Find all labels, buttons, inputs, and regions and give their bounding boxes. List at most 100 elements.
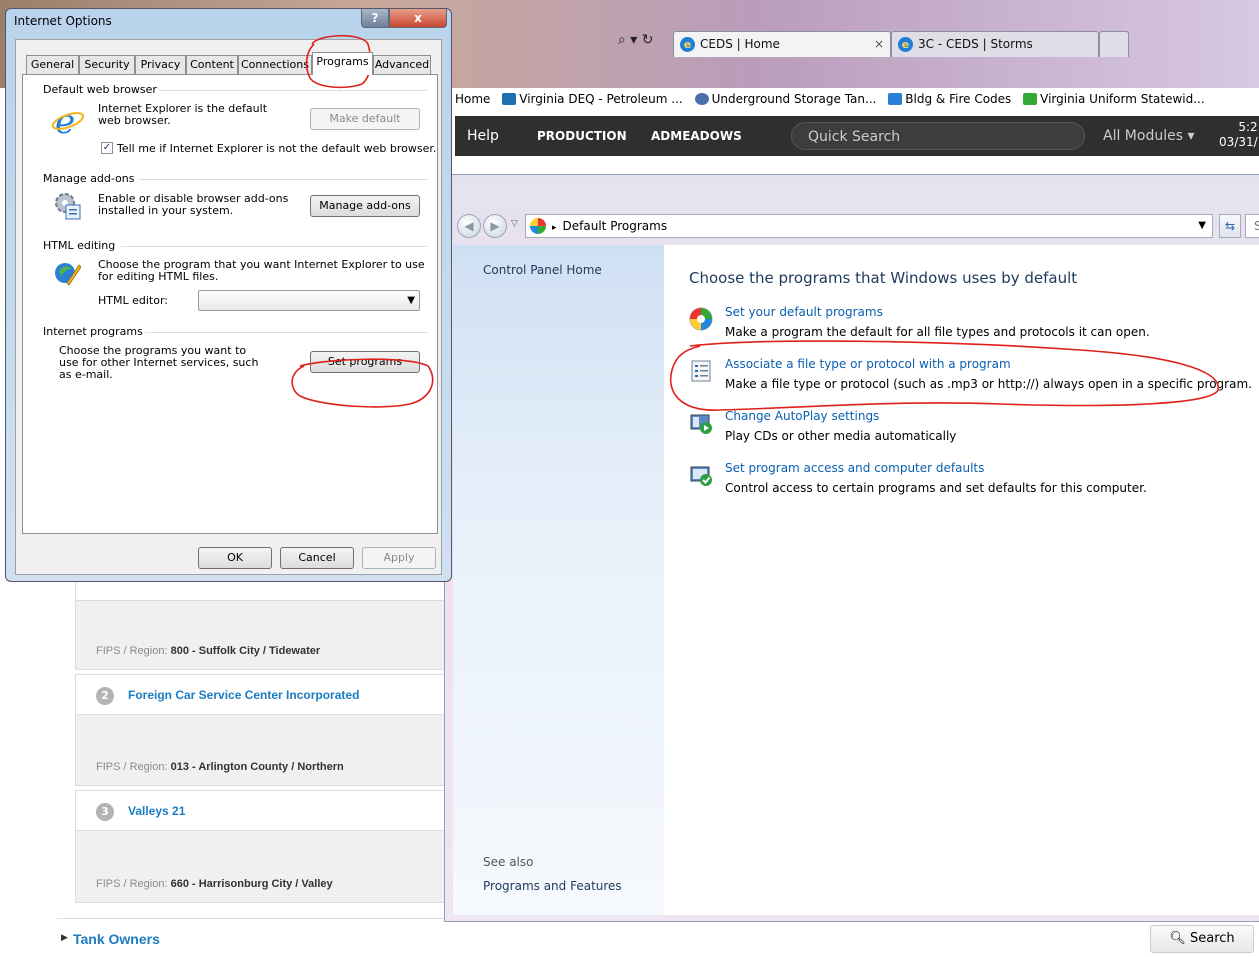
help-button[interactable]: ? <box>361 9 389 28</box>
favorite-label: Underground Storage Tan... <box>711 92 877 106</box>
search-button-label: Search <box>1189 931 1235 946</box>
option-description: Play CDs or other media automatically <box>725 429 957 443</box>
tab-programs[interactable]: Programs <box>312 52 373 75</box>
section-header: Default web browser <box>43 83 157 96</box>
svg-text:e: e <box>55 105 75 137</box>
new-tab-button[interactable] <box>1099 31 1129 57</box>
chevron-down-icon: ▼ <box>407 295 415 306</box>
clock-date: 03/31/ <box>1219 135 1258 149</box>
favorite-bldg-fire[interactable]: Bldg & Fire Codes <box>888 88 1011 110</box>
favorite-va-deq[interactable]: Virginia DEQ - Petroleum ... <box>502 88 683 110</box>
card-title[interactable]: Foreign Car Service Center Incorporated <box>128 675 359 715</box>
fips-value: 800 - Suffolk City / Tidewater <box>170 645 321 657</box>
autoplay-settings-link[interactable]: Change AutoPlay settings <box>725 409 879 423</box>
default-programs-icon <box>689 307 713 331</box>
production-link[interactable]: PRODUCTION <box>537 116 627 156</box>
favorite-va-uniform[interactable]: Virginia Uniform Statewid... <box>1023 88 1205 110</box>
section-header: Internet programs <box>43 325 143 338</box>
favorite-label: Bldg & Fire Codes <box>905 92 1012 106</box>
tank-owners-title[interactable]: Tank Owners <box>73 931 160 947</box>
html-editor-label: HTML editor: <box>98 294 168 307</box>
close-button[interactable]: x <box>389 9 447 28</box>
forward-button[interactable]: ▶ <box>483 214 507 238</box>
tank-owners-section[interactable]: ▶ Tank Owners <box>57 918 1257 957</box>
set-default-programs-link[interactable]: Set your default programs <box>725 305 883 319</box>
dialog-title: Internet Options <box>14 14 112 28</box>
card-header: 2 Foreign Car Service Center Incorporate… <box>76 675 454 715</box>
recent-pages-icon[interactable]: ▽ <box>511 219 518 229</box>
internet-options-dialog: Internet Options ? x General Security Pr… <box>5 8 452 582</box>
browser-tab-label: 3C - CEDS | Storms <box>918 37 1033 51</box>
ust-icon <box>694 93 709 105</box>
result-card[interactable]: 3 Valleys 21 FIPS / Region: 660 - Harris… <box>75 790 455 903</box>
quick-search-input[interactable]: Quick Search <box>791 122 1085 150</box>
html-editing-text: Choose the program that you want Interne… <box>98 258 425 283</box>
notify-default-checkbox[interactable]: ✓ <box>101 142 113 154</box>
option-autoplay: Change AutoPlay settings Play CDs or oth… <box>689 409 1249 449</box>
browser-tabbar: ⌕ ▾ ↻ e CEDS | Home × e 3C - CEDS | Stor… <box>455 28 1259 62</box>
tab-general[interactable]: General <box>26 55 79 74</box>
option-associate-file-type: Associate a file type or protocol with a… <box>689 357 1252 397</box>
address-search-refresh-icons[interactable]: ⌕ ▾ ↻ <box>618 32 654 48</box>
program-access-link[interactable]: Set program access and computer defaults <box>725 461 984 475</box>
favorite-label: Virginia DEQ - Petroleum ... <box>519 92 683 106</box>
autoplay-icon <box>690 414 712 434</box>
section-divider <box>121 246 427 247</box>
addons-text: Enable or disable browser add-ons instal… <box>98 192 289 217</box>
programs-features-link[interactable]: Programs and Features <box>483 879 622 893</box>
html-editor-icon <box>55 263 81 286</box>
task-pane: Control Panel Home See also Programs and… <box>453 245 664 915</box>
control-panel-icon <box>530 218 546 234</box>
tab-advanced[interactable]: Advanced <box>373 55 431 74</box>
make-default-button[interactable]: Make default <box>310 108 420 130</box>
favorite-ust[interactable]: Underground Storage Tan... <box>694 88 877 110</box>
browser-tab-ceds-home[interactable]: e CEDS | Home × <box>673 31 891 57</box>
tab-connections[interactable]: Connections <box>238 55 312 74</box>
browser-tab-storms[interactable]: e 3C - CEDS | Storms <box>891 31 1099 57</box>
fips-label: FIPS / Region: <box>96 761 168 773</box>
result-card[interactable]: 2 Foreign Car Service Center Incorporate… <box>75 674 455 786</box>
tab-security[interactable]: Security <box>79 55 135 74</box>
dialog-panel: General Security Privacy Content Connect… <box>15 39 442 575</box>
card-number: 3 <box>96 803 114 821</box>
fips-label: FIPS / Region: <box>96 878 168 890</box>
option-program-access: Set program access and computer defaults… <box>689 461 1249 501</box>
all-modules-dropdown[interactable]: All Modules ▾ <box>1103 116 1195 156</box>
cancel-button[interactable]: Cancel <box>280 547 354 569</box>
tab-close-icon[interactable]: × <box>874 32 884 56</box>
clock: 5:2 03/31/ <box>1219 120 1258 150</box>
refresh-icon[interactable]: ⇆ <box>1219 214 1241 238</box>
back-button[interactable]: ◀ <box>457 214 481 238</box>
help-link[interactable]: Help <box>467 116 499 156</box>
set-programs-button[interactable]: Set programs <box>310 351 420 373</box>
user-menu[interactable]: ADMEADOWS <box>651 116 742 156</box>
html-editor-select[interactable]: ▼ <box>198 290 420 311</box>
card-fips: FIPS / Region: 800 - Suffolk City / Tide… <box>96 645 320 657</box>
address-bar[interactable]: ▸ Default Programs ▼ <box>525 214 1213 238</box>
option-set-default-programs: Set your default programs Make a program… <box>689 305 1249 345</box>
section-header: Manage add-ons <box>43 172 135 185</box>
breadcrumb: Default Programs <box>562 219 668 233</box>
tab-strip: General Security Privacy Content Connect… <box>16 52 443 75</box>
breadcrumb-arrow-icon: ▸ <box>552 223 557 233</box>
address-dropdown-icon[interactable]: ▼ <box>1198 215 1206 237</box>
ok-button[interactable]: OK <box>198 547 272 569</box>
control-panel-home-link[interactable]: Control Panel Home <box>483 263 602 277</box>
tab-content[interactable]: Content <box>186 55 238 74</box>
apply-button[interactable]: Apply <box>362 547 436 569</box>
section-header: HTML editing <box>43 239 116 252</box>
option-description: Make a program the default for all file … <box>725 325 1150 339</box>
ie-page-icon <box>888 93 903 105</box>
tab-privacy[interactable]: Privacy <box>135 55 186 74</box>
card-header: 3 Valleys 21 <box>76 791 454 831</box>
section-divider <box>139 179 427 180</box>
associate-file-type-link[interactable]: Associate a file type or protocol with a… <box>725 357 1011 371</box>
manage-addons-button[interactable]: Manage add-ons <box>310 195 420 217</box>
search-button[interactable]: 🔍︎ Search <box>1150 925 1254 953</box>
card-title[interactable]: Valleys 21 <box>128 791 185 831</box>
browser-tab-label: CEDS | Home <box>700 37 780 51</box>
favorite-home[interactable]: Home <box>455 88 490 110</box>
results-list: FIPS / Region: 800 - Suffolk City / Tide… <box>75 560 455 905</box>
search-input[interactable]: Se <box>1245 214 1259 238</box>
card-number: 2 <box>96 687 114 705</box>
